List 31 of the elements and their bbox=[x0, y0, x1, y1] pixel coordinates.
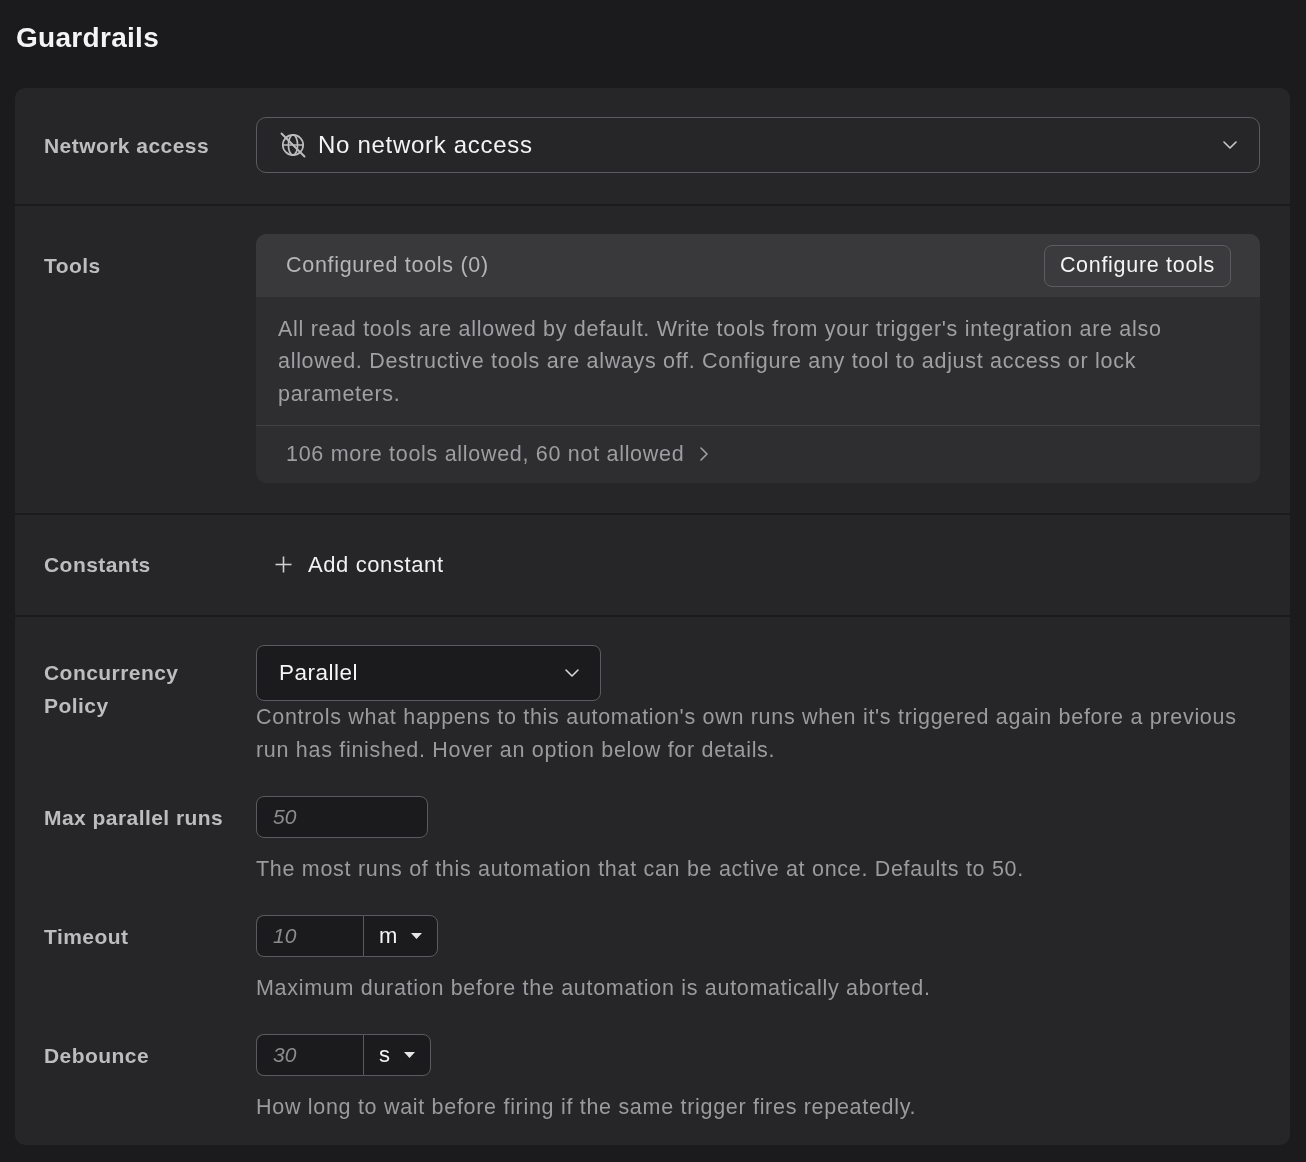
help-text: The most runs of this automation that can be active at once. Defaults to 50. bbox=[256, 855, 1024, 883]
tools-description: All read tools are allowed by default. Write tools from your trigger's integration are also allowed. Destructive tools are always off. Configure any tool to adjust access or lock parameters. bbox=[277, 315, 1163, 408]
configured-tools-title: Configured tools (0) bbox=[286, 253, 489, 278]
network-access-dropdown[interactable]: No network access bbox=[256, 117, 1260, 173]
add-constant-button[interactable]: Add constant bbox=[275, 543, 444, 586]
plus-icon bbox=[275, 556, 292, 573]
caret-down-icon bbox=[411, 933, 423, 939]
unit-dropdown[interactable]: s bbox=[363, 1034, 431, 1076]
unit-dropdown[interactable]: m bbox=[363, 915, 439, 957]
field-label: Debounce bbox=[44, 1042, 151, 1069]
help-text: Controls what happens to this automation's own runs when it's triggered again before a previous run has finished. Hover an option below for details. bbox=[256, 703, 1238, 764]
tools-summary-link[interactable]: 106 more tools allowed, 60 not allowed bbox=[286, 441, 709, 467]
number-field[interactable]: 50 bbox=[256, 796, 428, 838]
field-label: Constants bbox=[44, 552, 152, 578]
policy-dropdown[interactable]: Parallel bbox=[256, 644, 601, 701]
duration-field[interactable]: 10 bbox=[256, 915, 363, 957]
field-label: Concurrency Policy bbox=[44, 660, 180, 719]
chevron-down-icon bbox=[565, 668, 579, 677]
field-label: Timeout bbox=[44, 923, 130, 950]
field-label: Max parallel runs bbox=[44, 804, 225, 831]
page-title: Guardrails bbox=[16, 21, 160, 55]
configure-tools-button[interactable]: Configure tools bbox=[1043, 244, 1231, 287]
field-label: Tools bbox=[44, 253, 102, 279]
field-label: Network access bbox=[44, 132, 211, 159]
chevron-right-icon bbox=[700, 447, 709, 461]
crossed-globe-icon bbox=[280, 132, 306, 158]
caret-down-icon bbox=[404, 1052, 415, 1058]
help-text: How long to wait before firing if the same trigger fires repeatedly. bbox=[256, 1093, 917, 1121]
chevron-down-icon bbox=[1223, 141, 1237, 149]
help-text: Maximum duration before the automation is automatically aborted. bbox=[256, 974, 931, 1002]
duration-field[interactable]: 30 bbox=[256, 1034, 363, 1076]
